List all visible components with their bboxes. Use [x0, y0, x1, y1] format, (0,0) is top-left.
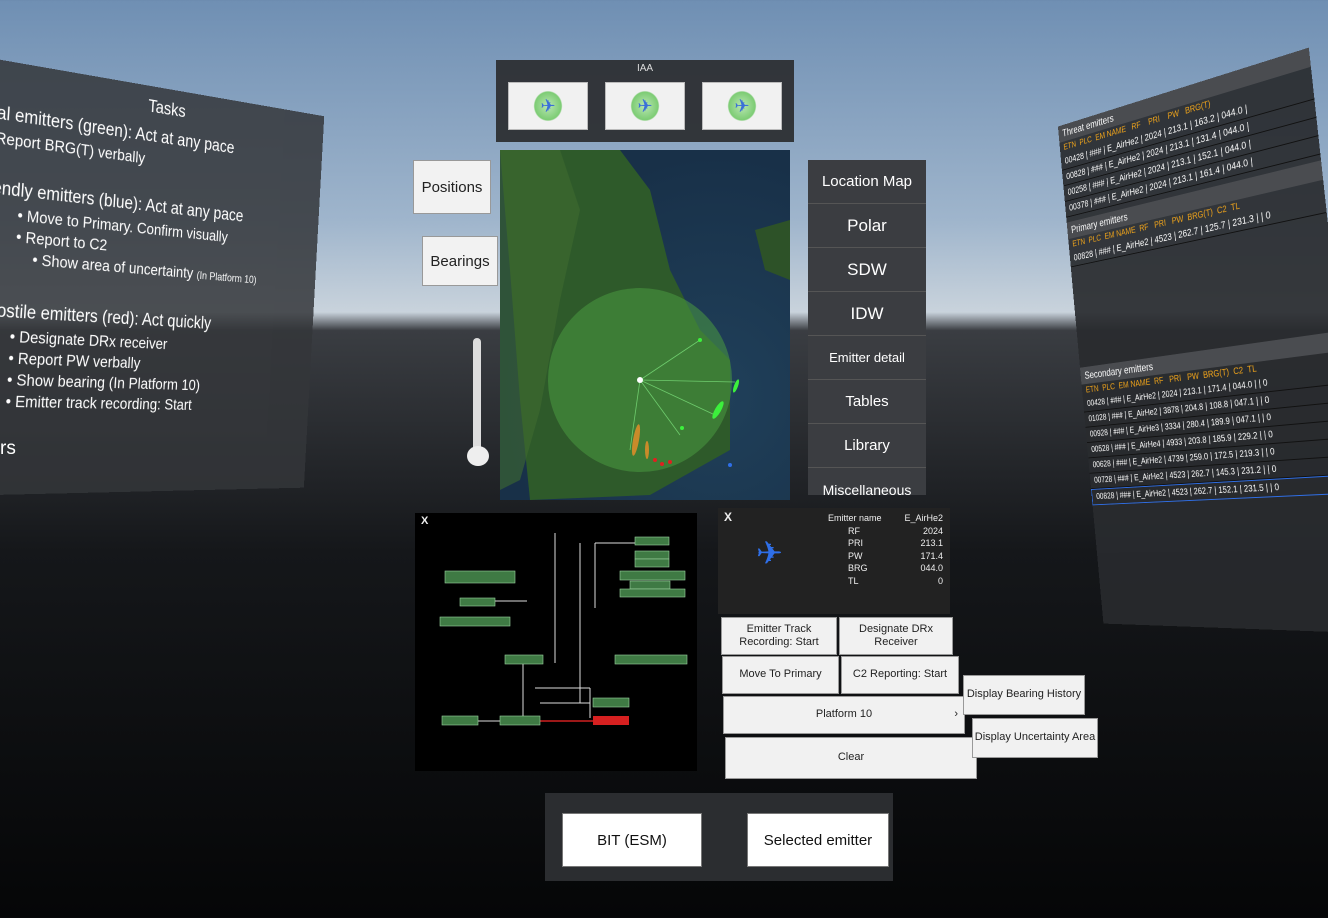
nav-miscellaneous[interactable]: Miscellaneous: [808, 468, 926, 512]
hostile-uncertainty-ellipse[interactable]: [645, 441, 649, 459]
clear-button[interactable]: Clear: [725, 737, 977, 779]
col-pri: PRI: [1168, 373, 1182, 385]
col-pri: PRI: [1153, 218, 1167, 231]
platform-select[interactable]: Platform 10 ›: [723, 696, 965, 734]
detail-field-value: E_AirHe2: [904, 513, 943, 523]
view-nav: Location Map Polar SDW IDW Emitter detai…: [808, 160, 926, 512]
emitter-detail-panel: X ✈ Emitter name E_AirHe2 RF 2024 PRI 213.1…: [718, 508, 950, 614]
col-c2: C2: [1232, 365, 1244, 378]
tasks-panel: Tasks al emitters (green): Act at any pa…: [0, 56, 325, 496]
friendly-emitter-dot[interactable]: [728, 463, 732, 467]
location-map[interactable]: [500, 150, 790, 500]
col-pw: PW: [1171, 214, 1184, 227]
c2-reporting-button[interactable]: C2 Reporting: Start: [841, 656, 959, 694]
bit-esm-button[interactable]: BIT (ESM): [562, 813, 702, 867]
map-canvas: [500, 150, 790, 500]
neutral-emitter-dot[interactable]: [680, 426, 684, 430]
neutral-emitter-ellipse[interactable]: [732, 379, 741, 394]
display-bearing-history-button[interactable]: Display Bearing History: [963, 675, 1085, 715]
detail-field-label: BRG: [848, 563, 868, 573]
col-rf: RF: [1138, 222, 1150, 235]
col-c2: C2: [1216, 204, 1228, 217]
bearings-button[interactable]: Bearings: [422, 236, 498, 286]
detail-field-label: Emitter name: [828, 513, 882, 523]
nav-library[interactable]: Library: [808, 424, 926, 468]
col-rf: RF: [1153, 375, 1164, 387]
detail-field-label: PW: [848, 550, 863, 561]
island: [755, 220, 790, 280]
nav-idw[interactable]: IDW: [808, 292, 926, 336]
detail-field-label: RF: [848, 525, 860, 536]
hostile-emitter-dot[interactable]: [653, 458, 657, 462]
designate-drx-button[interactable]: Designate DRx Receiver: [839, 617, 953, 655]
col-brg: BRG(T): [1202, 367, 1230, 381]
nav-sdw[interactable]: SDW: [808, 248, 926, 292]
detail-field: PW 171.4: [828, 550, 943, 563]
aircraft-icon: ✈: [725, 88, 759, 124]
selected-emitter-button[interactable]: Selected emitter: [747, 813, 889, 867]
close-icon[interactable]: X: [724, 510, 732, 524]
detail-field-value: 044.0: [920, 563, 943, 573]
detail-field-value: 171.4: [920, 550, 943, 561]
detail-field: BRG 044.0: [828, 562, 943, 575]
nav-tables[interactable]: Tables: [808, 380, 926, 424]
iaa-aircraft-button-1[interactable]: ✈: [508, 82, 588, 130]
detail-field-value: 213.1: [920, 538, 943, 548]
detail-fields: Emitter name E_AirHe2 RF 2024 PRI 213.1 PW 1…: [828, 512, 943, 587]
zoom-slider-handle[interactable]: [467, 446, 489, 466]
detail-field: TL 0: [828, 575, 943, 588]
detail-field-value: 0: [937, 575, 943, 586]
zoom-slider-track[interactable]: [473, 338, 481, 458]
tasks-fragment: rs: [0, 438, 16, 459]
aircraft-icon: ✈: [756, 535, 783, 571]
own-platform-marker[interactable]: [637, 377, 643, 383]
hostile-emitter-dot[interactable]: [668, 460, 672, 464]
col-plc: PLC: [1101, 382, 1116, 394]
nav-emitter-detail[interactable]: Emitter detail: [808, 336, 926, 380]
track-recording-button[interactable]: Emitter Track Recording: Start: [721, 617, 837, 655]
tree-connectors: [475, 533, 635, 722]
iaa-aircraft-button-2[interactable]: ✈: [605, 82, 685, 130]
col-tl: TL: [1246, 363, 1258, 376]
col-pw: PW: [1186, 371, 1200, 383]
positions-button[interactable]: Positions: [413, 160, 491, 214]
iaa-aircraft-button-3[interactable]: ✈: [702, 82, 782, 130]
nav-location-map[interactable]: Location Map: [808, 160, 926, 204]
chevron-right-icon: ›: [954, 708, 958, 721]
detail-field-value: 2024: [922, 525, 943, 536]
hostile-node[interactable]: [593, 716, 629, 725]
emitter-tables-panel: Threat emitters ETN PLC EM NAME RF PRI P…: [1057, 47, 1328, 634]
detail-field-label: TL: [848, 575, 859, 586]
iaa-label: IAA: [636, 63, 654, 74]
detail-field: Emitter name E_AirHe2: [828, 512, 943, 525]
neutral-emitter-dot[interactable]: [698, 338, 702, 342]
display-uncertainty-area-button[interactable]: Display Uncertainty Area: [972, 718, 1098, 758]
aircraft-icon: ✈: [628, 88, 662, 124]
bottom-bar: BIT (ESM) Selected emitter: [545, 793, 893, 881]
detail-field: PRI 213.1: [828, 537, 943, 550]
task-item-note: (In Platform 10): [196, 268, 257, 287]
close-icon[interactable]: X: [421, 515, 428, 527]
hostile-emitter-dot[interactable]: [660, 462, 664, 466]
tree-canvas: [439, 533, 688, 726]
emitter-tree-panel: X: [415, 513, 697, 771]
detail-field-label: PRI: [848, 538, 864, 548]
move-to-primary-button[interactable]: Move To Primary: [722, 656, 839, 694]
detail-field: RF 2024: [828, 525, 943, 538]
platform-label: Platform 10: [815, 708, 873, 721]
aircraft-icon: ✈: [531, 88, 565, 124]
col-etn: ETN: [1085, 384, 1100, 396]
col-rf: RF: [1131, 120, 1142, 133]
iaa-bar: IAA ✈ ✈ ✈: [496, 60, 794, 142]
col-tl: TL: [1230, 201, 1241, 214]
nav-polar[interactable]: Polar: [808, 204, 926, 248]
tree-nodes: [439, 536, 688, 726]
